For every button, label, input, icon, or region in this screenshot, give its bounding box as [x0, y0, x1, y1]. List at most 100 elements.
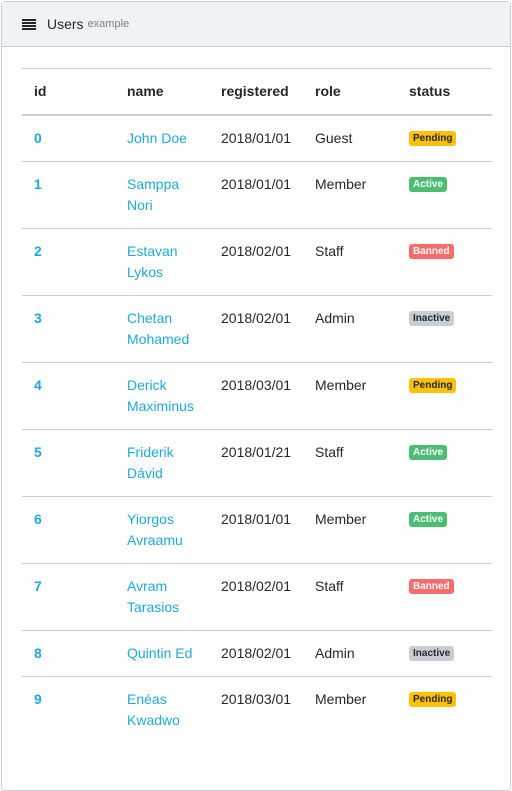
cell-id: 3 — [22, 295, 115, 363]
cell-name: Chetan Mohamed — [115, 295, 209, 363]
user-id-link[interactable]: 9 — [34, 691, 42, 707]
user-id-link[interactable]: 6 — [34, 511, 42, 527]
user-name-link[interactable]: Avram Tarasios — [127, 578, 179, 615]
users-table: id name registered role status 0 John Doe… — [22, 68, 492, 743]
status-badge: Inactive — [409, 645, 455, 661]
table-row: 4 Derick Maximinus 2018/03/01 Member Pending — [22, 362, 492, 430]
user-name-link[interactable]: Chetan Mohamed — [127, 310, 189, 347]
cell-role: Admin — [303, 295, 397, 363]
user-id-link[interactable]: 0 — [34, 130, 42, 146]
cell-role: Member — [303, 161, 397, 229]
table-head: id name registered role status — [22, 68, 492, 116]
cell-name: Enéas Kwadwo — [115, 676, 209, 743]
cell-role: Member — [303, 362, 397, 430]
user-id-link[interactable]: 4 — [34, 377, 42, 393]
cell-role: Admin — [303, 630, 397, 677]
cell-id: 4 — [22, 362, 115, 430]
user-id-link[interactable]: 8 — [34, 645, 42, 661]
column-header-name: name — [115, 68, 209, 116]
cell-role: Member — [315, 690, 367, 707]
cell-status: Banned — [397, 563, 492, 631]
cell-registered: 2018/03/01 — [221, 690, 292, 707]
cell-id: 7 — [22, 563, 115, 631]
table-row: 1 Samppa Nori 2018/01/01 Member Active — [22, 161, 492, 229]
cell-status: Banned — [397, 228, 492, 296]
column-header-id: id — [22, 68, 115, 116]
table-row: 7 Avram Tarasios 2018/02/01 Staff Banned — [22, 563, 492, 631]
table-body: 0 John Doe 2018/01/01 Guest Pending 1 Samppa N… — [22, 114, 492, 743]
cell-id: 0 — [22, 114, 115, 162]
cell-name: Friderik Dávid — [115, 429, 209, 497]
column-header-registered: registered — [209, 68, 303, 116]
cell-role: Staff — [303, 429, 397, 497]
status-badge: Active — [409, 511, 448, 527]
table-header-row: id name registered role status — [22, 68, 492, 116]
cell-status: Pending — [397, 676, 492, 743]
user-name-link[interactable]: Friderik Dávid — [127, 444, 174, 481]
cell-registered: 2018/01/21 — [209, 429, 303, 497]
users-card: Users example id name registered role st… — [1, 1, 511, 791]
cell-status: Active — [397, 429, 492, 497]
table-row: 2 Estavan Lykos 2018/02/01 Staff Banned — [22, 228, 492, 296]
cell-id: 9 — [22, 676, 115, 743]
cell-registered: 2018/02/01 — [209, 295, 303, 363]
cell-status: Inactive — [397, 630, 492, 677]
status-badge: Active — [409, 444, 448, 460]
cell-registered: 2018/01/01 — [209, 496, 303, 564]
user-name-link[interactable]: Yiorgos Avraamu — [127, 511, 183, 548]
hamburger-icon — [22, 19, 36, 30]
user-name-link[interactable]: Estavan Lykos — [127, 243, 178, 280]
cell-registered: 2018/01/01 — [209, 161, 303, 229]
status-badge: Pending — [409, 377, 457, 393]
cell-name: Samppa Nori — [115, 161, 209, 229]
cell-name: Quintin Ed — [115, 630, 209, 677]
card-subtitle: example — [87, 18, 130, 30]
user-id-link[interactable]: 1 — [34, 176, 42, 192]
user-id-link[interactable]: 3 — [34, 310, 42, 326]
table-row: 8 Quintin Ed 2018/02/01 Admin Inactive — [22, 630, 492, 677]
cell-status: Active — [397, 161, 492, 229]
column-header-role: role — [303, 68, 397, 116]
cell-id: 6 — [22, 496, 115, 564]
user-id-link[interactable]: 2 — [34, 243, 42, 259]
status-badge: Pending — [409, 691, 457, 707]
status-badge: Pending — [409, 130, 457, 146]
cell-id: 1 — [22, 161, 115, 229]
cell-role: Guest — [303, 114, 397, 162]
card-title: Users — [47, 16, 84, 32]
user-name-link[interactable]: Samppa Nori — [127, 176, 179, 213]
cell-name: Estavan Lykos — [115, 228, 209, 296]
cell-status: Inactive — [397, 295, 492, 363]
user-id-link[interactable]: 7 — [34, 578, 42, 594]
user-name-link[interactable]: Derick Maximinus — [127, 377, 194, 414]
cell-id: 2 — [22, 228, 115, 296]
table-row: 6 Yiorgos Avraamu 2018/01/01 Member Active — [22, 496, 492, 564]
table-row: 9 Enéas Kwadwo 2018/03/01 Member Pending — [22, 676, 492, 743]
user-name-link[interactable]: John Doe — [127, 130, 187, 146]
cell-status: Pending — [397, 362, 492, 430]
cell-name: Yiorgos Avraamu — [115, 496, 209, 564]
table-row: 5 Friderik Dávid 2018/01/21 Staff Active — [22, 429, 492, 497]
cell-name: John Doe — [115, 114, 209, 162]
user-name-link[interactable]: Enéas Kwadwo — [127, 691, 180, 728]
user-id-link[interactable]: 5 — [34, 444, 42, 460]
cell-status: Pending — [397, 114, 492, 162]
table-row: 0 John Doe 2018/01/01 Guest Pending — [22, 114, 492, 162]
cell-role: Member — [303, 496, 397, 564]
cell-registered: 2018/02/01 — [209, 228, 303, 296]
cell-role: Staff — [303, 563, 397, 631]
table-row: 3 Chetan Mohamed 2018/02/01 Admin Inactive — [22, 295, 492, 363]
status-badge: Banned — [409, 243, 454, 259]
status-badge: Banned — [409, 578, 454, 594]
cell-registered: 2018/02/01 — [209, 563, 303, 631]
status-badge: Inactive — [409, 310, 455, 326]
users-table-wrap: id name registered role status 0 John Doe… — [22, 68, 492, 743]
card-header: Users example — [2, 2, 510, 47]
user-name-link[interactable]: Quintin Ed — [127, 645, 192, 661]
cell-status: Active — [397, 496, 492, 564]
cell-registered: 2018/03/01 — [209, 362, 303, 430]
status-badge: Active — [409, 176, 448, 192]
cell-registered: 2018/02/01 — [209, 630, 303, 677]
cell-id: 5 — [22, 429, 115, 497]
column-header-status: status — [397, 68, 492, 116]
